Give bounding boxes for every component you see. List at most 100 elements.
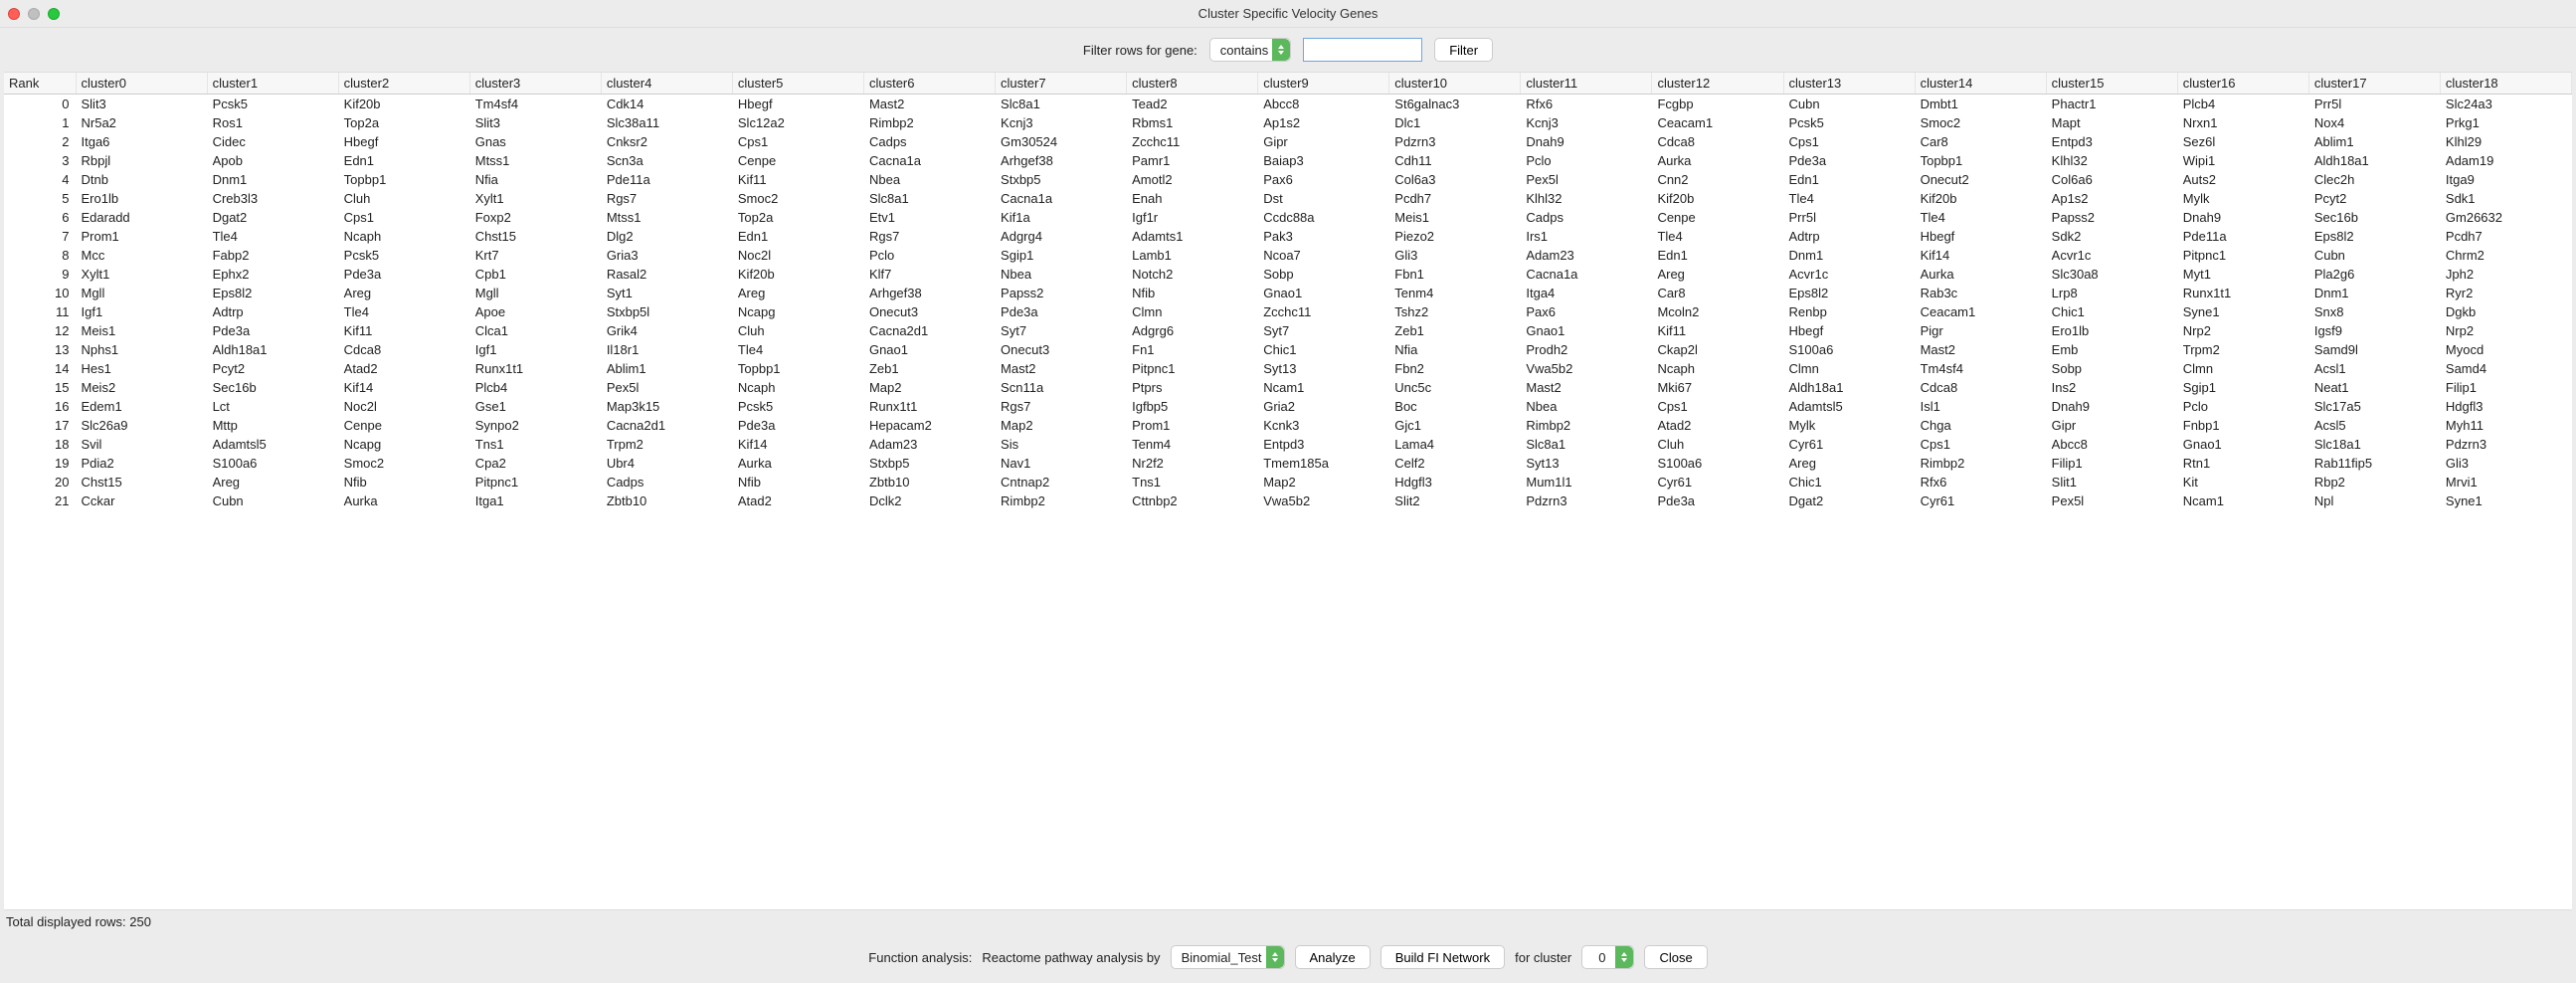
column-header[interactable]: cluster2 <box>338 73 469 95</box>
column-header[interactable]: cluster7 <box>996 73 1127 95</box>
column-header[interactable]: cluster0 <box>76 73 207 95</box>
table-row[interactable]: 0Slit3Pcsk5Kif20bTm4sf4Cdk14HbegfMast2Sl… <box>4 95 2572 114</box>
rank-cell: 11 <box>4 302 76 321</box>
column-header[interactable]: cluster11 <box>1521 73 1652 95</box>
filter-input[interactable] <box>1303 38 1422 62</box>
table-row[interactable]: 13Nphs1Aldh18a1Cdca8Igf1Il18r1Tle4Gnao1O… <box>4 340 2572 359</box>
table-row[interactable]: 16Edem1LctNoc2lGse1Map3k15Pcsk5Runx1t1Rg… <box>4 397 2572 416</box>
table-row[interactable]: 7Prom1Tle4NcaphChst15Dlg2Edn1Rgs7Adgrg4A… <box>4 227 2572 246</box>
window-minimize-icon[interactable] <box>28 8 40 20</box>
gene-cell: Runx1t1 <box>863 397 995 416</box>
column-header[interactable]: cluster8 <box>1127 73 1258 95</box>
column-header[interactable]: Rank <box>4 73 76 95</box>
cluster-select[interactable]: 0 <box>1581 945 1634 969</box>
gene-cell: Kif11 <box>732 170 863 189</box>
gene-cell: Tle4 <box>207 227 338 246</box>
rank-cell: 12 <box>4 321 76 340</box>
gene-cell: Gipr <box>1258 132 1389 151</box>
gene-cell: Noc2l <box>732 246 863 265</box>
filter-button[interactable]: Filter <box>1434 38 1493 62</box>
column-header[interactable]: cluster18 <box>2440 73 2571 95</box>
column-header[interactable]: cluster14 <box>1915 73 2046 95</box>
gene-cell: Nfib <box>1127 284 1258 302</box>
gene-cell: Zcchc11 <box>1127 132 1258 151</box>
gene-cell: Cenpe <box>1652 208 1783 227</box>
column-header[interactable]: cluster17 <box>2308 73 2440 95</box>
table-row[interactable]: 5Ero1lbCreb3l3CluhXylt1Rgs7Smoc2Slc8a1Ca… <box>4 189 2572 208</box>
table-row[interactable]: 18SvilAdamtsl5NcapgTns1Trpm2Kif14Adam23S… <box>4 435 2572 454</box>
table-row[interactable]: 9Xylt1Ephx2Pde3aCpb1Rasal2Kif20bKlf7Nbea… <box>4 265 2572 284</box>
gene-cell: Mast2 <box>996 359 1127 378</box>
gene-cell: Chrm2 <box>2440 246 2571 265</box>
column-header[interactable]: cluster9 <box>1258 73 1389 95</box>
column-header[interactable]: cluster6 <box>863 73 995 95</box>
gene-cell: Tead2 <box>1127 95 1258 114</box>
table-row[interactable]: 10MgllEps8l2AregMgllSyt1AregArhgef38Paps… <box>4 284 2572 302</box>
table-row[interactable]: 21CckarCubnAurkaItga1Zbtb10Atad2Dclk2Rim… <box>4 492 2572 510</box>
gene-cell: Cdca8 <box>1915 378 2046 397</box>
table-row[interactable]: 20Chst15AregNfibPitpnc1CadpsNfibZbtb10Cn… <box>4 473 2572 492</box>
gene-cell: Trpm2 <box>2177 340 2308 359</box>
column-header[interactable]: cluster1 <box>207 73 338 95</box>
gene-cell: Atad2 <box>732 492 863 510</box>
gene-cell: Noc2l <box>338 397 469 416</box>
gene-cell: Ceacam1 <box>1652 113 1783 132</box>
analyze-button[interactable]: Analyze <box>1295 945 1371 969</box>
column-header[interactable]: cluster5 <box>732 73 863 95</box>
gene-cell: Prkg1 <box>2440 113 2571 132</box>
gene-cell: Cluh <box>338 189 469 208</box>
column-header[interactable]: cluster13 <box>1783 73 1915 95</box>
gene-cell: Hdgfl3 <box>1389 473 1521 492</box>
column-header[interactable]: cluster16 <box>2177 73 2308 95</box>
table-row[interactable]: 19Pdia2S100a6Smoc2Cpa2Ubr4AurkaStxbp5Nav… <box>4 454 2572 473</box>
gene-cell: Jph2 <box>2440 265 2571 284</box>
gene-cell: Pex5l <box>601 378 732 397</box>
table-row[interactable]: 14Hes1Pcyt2Atad2Runx1t1Ablim1Topbp1Zeb1M… <box>4 359 2572 378</box>
table-row[interactable]: 17Slc26a9MttpCenpeSynpo2Cacna2d1Pde3aHep… <box>4 416 2572 435</box>
gene-cell: Rimbp2 <box>996 492 1127 510</box>
test-select[interactable]: Binomial_Test <box>1171 945 1285 969</box>
column-header[interactable]: cluster4 <box>601 73 732 95</box>
table-row[interactable]: 15Meis2Sec16bKif14Plcb4Pex5lNcaphMap2Scn… <box>4 378 2572 397</box>
gene-cell: Pla2g6 <box>2308 265 2440 284</box>
gene-cell: Ros1 <box>207 113 338 132</box>
table-row[interactable]: 1Nr5a2Ros1Top2aSlit3Slc38a11Slc12a2Rimbp… <box>4 113 2572 132</box>
table-row[interactable]: 6EdaraddDgat2Cps1Foxp2Mtss1Top2aEtv1Kif1… <box>4 208 2572 227</box>
gene-cell: Kcnj3 <box>996 113 1127 132</box>
gene-cell: Ryr2 <box>2440 284 2571 302</box>
table-row[interactable]: 11Igf1AdtrpTle4ApoeStxbp5lNcapgOnecut3Pd… <box>4 302 2572 321</box>
gene-cell: Irs1 <box>1521 227 1652 246</box>
window-zoom-icon[interactable] <box>48 8 60 20</box>
table-row[interactable]: 8MccFabp2Pcsk5Krt7Gria3Noc2lPcloSgip1Lam… <box>4 246 2572 265</box>
gene-cell: Mast2 <box>1521 378 1652 397</box>
build-fi-button[interactable]: Build FI Network <box>1380 945 1505 969</box>
gene-cell: Plcb4 <box>2177 95 2308 114</box>
table-row[interactable]: 4DtnbDnm1Topbp1NfiaPde11aKif11NbeaStxbp5… <box>4 170 2572 189</box>
filter-mode-select[interactable]: contains <box>1209 38 1291 62</box>
gene-cell: Neat1 <box>2308 378 2440 397</box>
gene-cell: Rgs7 <box>601 189 732 208</box>
gene-cell: Kif14 <box>1915 246 2046 265</box>
gene-cell: Pdzrn3 <box>1521 492 1652 510</box>
rank-cell: 4 <box>4 170 76 189</box>
column-header[interactable]: cluster3 <box>469 73 601 95</box>
gene-cell: Klhl32 <box>1521 189 1652 208</box>
gene-table-wrap[interactable]: Rankcluster0cluster1cluster2cluster3clus… <box>4 72 2572 910</box>
gene-cell: Car8 <box>1915 132 2046 151</box>
close-button[interactable]: Close <box>1644 945 1707 969</box>
rank-cell: 16 <box>4 397 76 416</box>
gene-cell: Scn11a <box>996 378 1127 397</box>
column-header[interactable]: cluster12 <box>1652 73 1783 95</box>
column-header[interactable]: cluster15 <box>2046 73 2177 95</box>
table-row[interactable]: 12Meis1Pde3aKif11Clca1Grik4CluhCacna2d1S… <box>4 321 2572 340</box>
gene-cell: Rimbp2 <box>1521 416 1652 435</box>
gene-cell: Nbea <box>1521 397 1652 416</box>
gene-cell: Ncaph <box>732 378 863 397</box>
column-header[interactable]: cluster10 <box>1389 73 1521 95</box>
gene-cell: Rgs7 <box>863 227 995 246</box>
gene-cell: Sdk2 <box>2046 227 2177 246</box>
table-row[interactable]: 3RbpjlApobEdn1Mtss1Scn3aCenpeCacna1aArhg… <box>4 151 2572 170</box>
gene-cell: Acsl1 <box>2308 359 2440 378</box>
window-close-icon[interactable] <box>8 8 20 20</box>
table-row[interactable]: 2Itga6CidecHbegfGnasCnksr2Cps1CadpsGm305… <box>4 132 2572 151</box>
